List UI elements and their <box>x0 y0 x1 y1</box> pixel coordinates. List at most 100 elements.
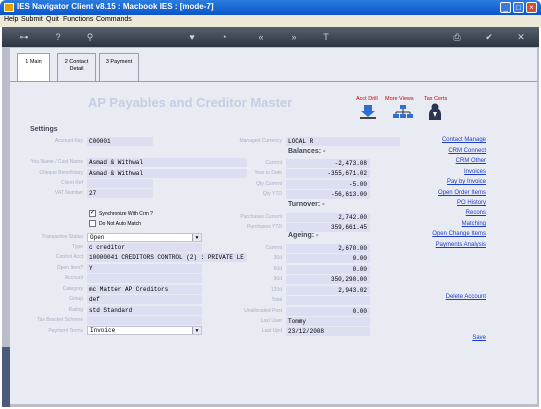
year-to-date-field[interactable]: -355,671.02 <box>286 169 370 178</box>
tab-main[interactable]: 1 Main <box>17 53 50 81</box>
age-30-field[interactable]: 0.00 <box>286 254 370 263</box>
account-field[interactable] <box>87 274 202 283</box>
crm-connect-link[interactable]: CRM Connect <box>400 148 486 154</box>
check-icon[interactable]: ✔ <box>483 32 495 43</box>
cheque-beneficiary-label: Cheque Beneficiary <box>39 170 83 176</box>
maximize-icon[interactable]: □ <box>513 2 524 13</box>
print-icon[interactable]: ⎙ <box>451 32 463 43</box>
heart-icon[interactable]: ♥ <box>186 32 198 42</box>
balances-heading: Balances: - <box>288 148 326 155</box>
account-key-field[interactable]: C00001 <box>87 137 153 146</box>
current-field[interactable]: -2,473.08 <box>286 159 370 168</box>
tab-payment[interactable]: 3 Payment <box>99 53 139 81</box>
contact-manage-link[interactable]: Contact Manage <box>400 137 486 143</box>
transaction-status-value: Open <box>90 234 105 241</box>
age-total-field[interactable] <box>286 296 370 305</box>
more-views-link[interactable]: More Views <box>385 96 414 102</box>
open-item-label: Open Item? <box>56 265 83 271</box>
last-updated-field[interactable]: 23/12/2008 <box>286 327 370 336</box>
tax-certs-icon[interactable] <box>428 103 442 121</box>
menu-functions[interactable]: Functions <box>63 16 93 23</box>
key-icon[interactable]: ⊶ <box>14 32 34 43</box>
tax-certs-link[interactable]: Tax Certs <box>424 96 447 102</box>
vat-number-label: VAT Number <box>54 190 83 196</box>
managed-currency-field[interactable]: LOCAL R <box>286 137 400 146</box>
back-icon[interactable]: « <box>255 32 267 42</box>
tab-divider <box>10 81 537 82</box>
tab-main-label: 1 Main <box>25 59 42 65</box>
text-icon[interactable]: T <box>320 32 332 42</box>
qty-ytd-field[interactable]: -56,613.00 <box>286 190 370 199</box>
category-label: Category <box>62 286 83 292</box>
rating-label: Rating <box>68 307 83 313</box>
close-icon[interactable]: ✕ <box>515 32 527 43</box>
age-current-field[interactable]: 2,670.00 <box>286 244 370 253</box>
client-ref-field[interactable] <box>87 179 153 188</box>
transaction-status-select[interactable]: Open ▼ <box>87 233 202 242</box>
open-change-items-link[interactable]: Open Change Items <box>400 231 486 237</box>
recons-link[interactable]: Recons <box>400 210 486 216</box>
you-name-label: You Name / Cust Name <box>30 159 83 165</box>
delete-account-link[interactable]: Delete Account <box>400 294 486 300</box>
payments-analysis-link[interactable]: Payments Analysis <box>400 242 486 248</box>
age-current-label: Current <box>265 245 282 251</box>
age-90-field[interactable]: 350,290.00 <box>286 275 370 284</box>
purchases-current-field[interactable]: 2,742.00 <box>286 213 370 222</box>
payment-terms-label: Payment Terms <box>48 328 83 334</box>
tab-contact-detail[interactable]: 2 Contact Detail <box>57 53 96 81</box>
forward-icon[interactable]: » <box>288 32 300 42</box>
qty-ytd-label: Qty YTD <box>262 191 282 197</box>
account-label: Account <box>64 275 83 281</box>
menu-quit[interactable]: Quit <box>46 16 59 23</box>
more-views-icon[interactable] <box>392 104 414 120</box>
acct-drill-link[interactable]: Acct Drill <box>356 96 378 102</box>
no-auto-match-checkbox[interactable] <box>89 220 96 227</box>
last-user-field[interactable]: Tommy <box>286 317 370 326</box>
chevron-down-icon[interactable]: ▼ <box>192 327 201 334</box>
acct-drill-icon[interactable] <box>359 104 377 120</box>
qty-current-field[interactable]: -5.00 <box>286 180 370 189</box>
control-acct-label: Control Acct <box>56 254 83 260</box>
chevron-down-icon[interactable]: ▼ <box>192 234 201 241</box>
clock-icon[interactable]: ◔ <box>218 32 230 42</box>
sync-crm-label: Synchronize With Crm ? <box>99 211 153 217</box>
type-field[interactable]: c creditor <box>87 243 202 252</box>
age-30-label: 30d <box>273 255 282 261</box>
age-120-field[interactable]: 2,943.02 <box>286 286 370 295</box>
group-field[interactable]: def <box>87 295 202 304</box>
invoices-link[interactable]: Invoices <box>400 169 486 175</box>
age-60-field[interactable]: 0.00 <box>286 265 370 274</box>
pay-by-invoice-link[interactable]: Pay by Invoice <box>400 179 486 185</box>
help-icon[interactable]: ? <box>52 32 64 42</box>
managed-currency-label: Managed Currency <box>239 138 282 144</box>
rating-field[interactable]: std Standard <box>87 306 202 315</box>
close-window-icon[interactable]: × <box>526 2 537 13</box>
open-item-field[interactable]: Y <box>87 264 202 273</box>
sync-crm-checkbox[interactable]: ✓ <box>89 210 96 217</box>
purchases-ytd-field[interactable]: 359,661.45 <box>286 223 370 232</box>
tab-payment-label: 3 Payment <box>105 59 133 65</box>
crm-other-link[interactable]: CRM Other <box>400 158 486 164</box>
minimize-icon[interactable]: _ <box>500 2 511 13</box>
matching-link[interactable]: Matching <box>400 221 486 227</box>
age-90-label: 90d <box>273 276 282 282</box>
menu-help[interactable]: Help <box>4 16 18 23</box>
unallocated-label: Unallocated Post <box>244 308 282 314</box>
open-order-items-link[interactable]: Open Order Items <box>400 190 486 196</box>
age-total-label: Total <box>271 297 282 303</box>
tax-bracket-field[interactable] <box>87 316 202 325</box>
unallocated-field[interactable]: 0.00 <box>286 307 370 316</box>
account-key-label: Account Key <box>54 138 83 144</box>
save-link[interactable]: Save <box>400 335 486 341</box>
client-ref-label: Client Ref <box>61 180 83 186</box>
search-icon[interactable]: ⚲ <box>84 32 96 43</box>
payment-terms-select[interactable]: Invoice ▼ <box>87 326 202 335</box>
qty-current-label: Qty Current <box>256 181 282 187</box>
menu-submit[interactable]: Submit <box>21 16 43 23</box>
po-history-link[interactable]: PO History <box>400 200 486 206</box>
turnover-heading: Turnover: - <box>288 201 325 208</box>
menu-commands[interactable]: Commands <box>96 16 132 23</box>
transaction-status-label: Transaction Status <box>41 234 83 240</box>
vat-number-field[interactable]: 27 <box>87 189 153 198</box>
category-field[interactable]: mc Matter AP Creditors <box>87 285 202 294</box>
